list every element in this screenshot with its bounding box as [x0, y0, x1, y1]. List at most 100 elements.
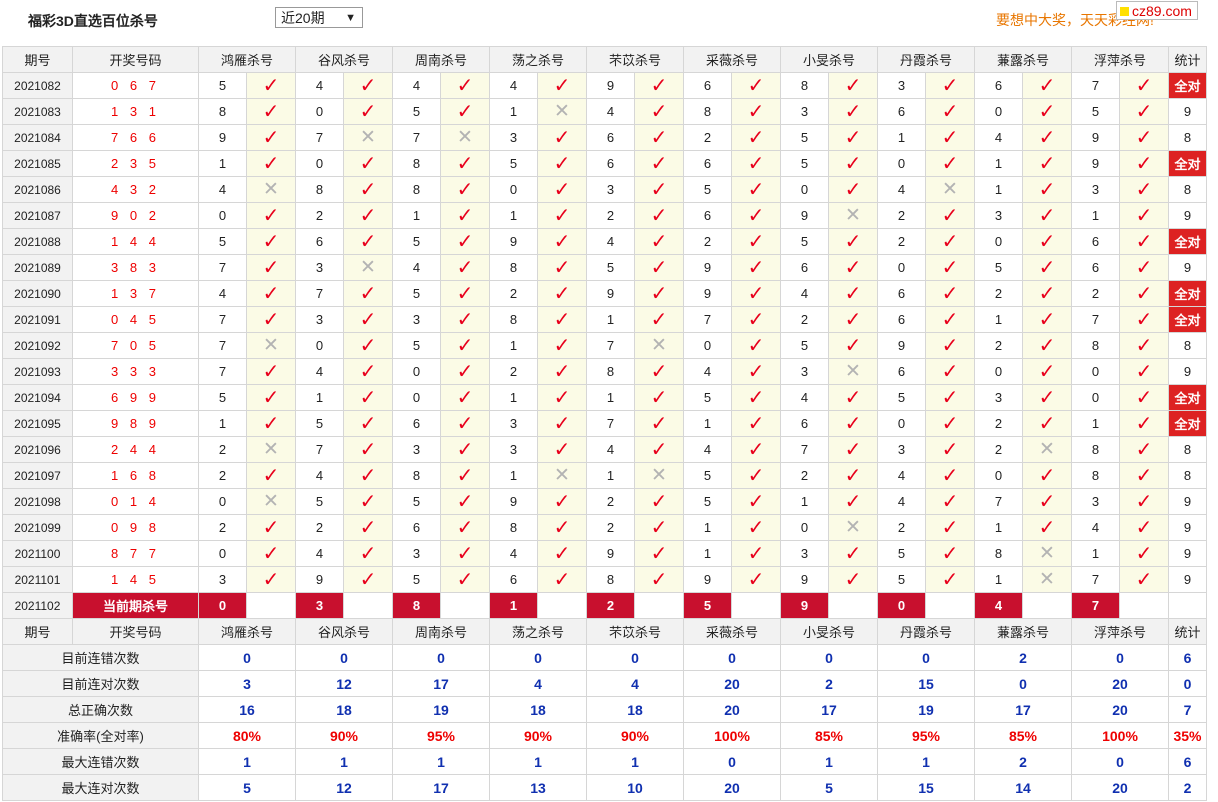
kill-value-cell: 8 — [295, 176, 344, 203]
check-icon: ✓ — [456, 464, 474, 487]
check-icon: ✓ — [456, 282, 474, 305]
summary-value: 18 — [586, 696, 684, 723]
kill-value-cell: 0 — [877, 410, 926, 437]
kill-value-cell: 5 — [392, 566, 441, 593]
stat-cell: 9 — [1168, 540, 1207, 567]
kill-value-cell: 6 — [877, 306, 926, 333]
summary-total: 6 — [1168, 644, 1207, 671]
check-icon: ✓ — [359, 412, 377, 435]
result-cell: ✓ — [1022, 176, 1072, 203]
check-icon: ✓ — [941, 308, 959, 331]
check-icon: ✓ — [262, 542, 280, 565]
result-cell: ✓ — [537, 176, 587, 203]
check-icon: ✓ — [1038, 386, 1056, 409]
check-icon: ✓ — [747, 490, 765, 513]
stat-cell: 9 — [1168, 254, 1207, 281]
result-cell: ✓ — [537, 254, 587, 281]
kill-value-cell: 9 — [586, 72, 635, 99]
result-cell: ✓ — [925, 410, 975, 437]
kill-value-cell: 0 — [683, 332, 732, 359]
header-number: 开奖号码 — [72, 46, 199, 73]
kill-value-cell: 9 — [683, 254, 732, 281]
result-cell: ✓ — [343, 176, 393, 203]
check-icon: ✓ — [844, 412, 862, 435]
check-icon: ✓ — [262, 386, 280, 409]
kill-value-cell: 0 — [392, 358, 441, 385]
result-cell: ✓ — [440, 176, 490, 203]
check-icon: ✓ — [844, 568, 862, 591]
check-icon: ✓ — [1135, 282, 1153, 305]
kill-value-cell: 1 — [1071, 540, 1120, 567]
draw-number-cell: 3 3 3 — [72, 358, 199, 385]
kill-value-cell: 3 — [392, 306, 441, 333]
result-cell: ✓ — [731, 566, 781, 593]
result-cell: ✕ — [1022, 436, 1072, 463]
issue-cell: 2021085 — [2, 150, 73, 177]
summary-value: 20 — [683, 670, 781, 697]
check-icon: ✓ — [553, 542, 571, 565]
summary-value: 20 — [1071, 670, 1169, 697]
check-icon: ✓ — [747, 334, 765, 357]
result-cell: ✓ — [634, 410, 684, 437]
result-cell: ✓ — [731, 150, 781, 177]
kill-value-cell: 2 — [489, 280, 538, 307]
summary-value: 0 — [489, 644, 587, 671]
result-cell: ✓ — [537, 124, 587, 151]
check-icon: ✓ — [941, 334, 959, 357]
kill-value-cell: 1 — [489, 462, 538, 489]
result-cell: ✓ — [537, 202, 587, 229]
kill-value-cell: 9 — [489, 488, 538, 515]
kill-value-cell: 7 — [392, 124, 441, 151]
result-cell: ✓ — [731, 202, 781, 229]
period-select-value: 近20期 — [281, 10, 325, 26]
issue-cell: 2021091 — [2, 306, 73, 333]
kill-value-cell: 5 — [392, 98, 441, 125]
current-kill-cell: 0 — [198, 592, 247, 619]
result-cell: ✓ — [246, 124, 296, 151]
table-row: 2021085 2 3 5 1 ✓ 0 ✓ 8 ✓ 5 ✓ 6 ✓ 6 ✓ 5 ✓ 0 ✓ 1 ✓ 9 ✓ 全对 — [2, 150, 1207, 177]
summary-value: 0 — [1071, 748, 1169, 775]
site-logo[interactable]: cz89.com — [1116, 1, 1198, 20]
result-cell: ✓ — [537, 72, 587, 99]
result-cell: ✓ — [925, 150, 975, 177]
header-stat: 统计 — [1168, 618, 1207, 645]
kill-value-cell: 8 — [1071, 462, 1120, 489]
result-cell: ✓ — [440, 332, 490, 359]
check-icon: ✓ — [650, 282, 668, 305]
kill-value-cell: 3 — [974, 384, 1023, 411]
check-icon: ✓ — [747, 152, 765, 175]
check-icon: ✓ — [1038, 178, 1056, 201]
check-icon: ✓ — [456, 516, 474, 539]
summary-value: 90% — [489, 722, 587, 749]
result-cell: ✓ — [246, 280, 296, 307]
current-kill-cell: 3 — [295, 592, 344, 619]
result-cell: ✓ — [1119, 254, 1169, 281]
result-cell: ✓ — [1022, 332, 1072, 359]
result-cell: ✓ — [925, 72, 975, 99]
summary-value: 12 — [295, 774, 393, 801]
kill-value-cell: 0 — [295, 332, 344, 359]
cross-icon: ✕ — [845, 204, 861, 226]
period-select[interactable]: 近20期 ▼ — [275, 7, 363, 28]
kill-value-cell: 7 — [1071, 72, 1120, 99]
kill-value-cell: 3 — [489, 410, 538, 437]
result-cell: ✓ — [828, 306, 878, 333]
check-icon: ✓ — [359, 490, 377, 513]
result-cell: ✓ — [343, 150, 393, 177]
kill-value-cell: 0 — [198, 488, 247, 515]
draw-number-cell: 1 3 1 — [72, 98, 199, 125]
stat-cell: 9 — [1168, 98, 1207, 125]
result-cell: ✓ — [537, 488, 587, 515]
check-icon: ✓ — [747, 230, 765, 253]
summary-value: 12 — [295, 670, 393, 697]
cross-icon: ✕ — [263, 334, 279, 356]
kill-value-cell: 9 — [877, 332, 926, 359]
kill-value-cell: 6 — [1071, 228, 1120, 255]
kill-value-cell: 1 — [974, 306, 1023, 333]
check-icon: ✓ — [941, 204, 959, 227]
result-cell: ✓ — [925, 202, 975, 229]
result-cell: ✓ — [634, 72, 684, 99]
kill-value-cell: 8 — [683, 98, 732, 125]
kill-value-cell: 6 — [295, 228, 344, 255]
header-expert: 丹霞杀号 — [877, 618, 975, 645]
